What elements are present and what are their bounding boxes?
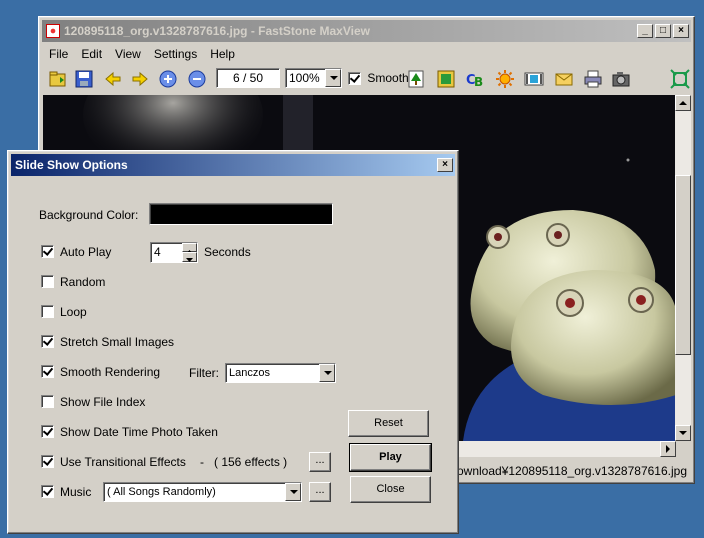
transitional-row[interactable]: Use Transitional Effects bbox=[41, 453, 186, 471]
smooth-label: Smooth bbox=[367, 71, 409, 85]
tree-icon[interactable] bbox=[406, 69, 426, 89]
dialog-title: Slide Show Options bbox=[15, 158, 128, 172]
filter-label: Filter: bbox=[189, 366, 219, 380]
music-label: Music bbox=[60, 485, 92, 499]
music-checkbox[interactable] bbox=[41, 485, 54, 499]
stretch-row[interactable]: Stretch Small Images bbox=[41, 333, 174, 351]
filter-label-row: Filter: bbox=[189, 364, 219, 382]
show-date-label: Show Date Time Photo Taken bbox=[60, 425, 218, 439]
background-color-swatch[interactable] bbox=[149, 203, 333, 225]
zoom-in-icon[interactable] bbox=[158, 69, 178, 89]
smooth-rendering-row[interactable]: Smooth Rendering bbox=[41, 363, 160, 381]
filter-select[interactable]: Lanczos bbox=[225, 363, 336, 383]
scroll-down-button[interactable] bbox=[675, 425, 691, 441]
transitional-checkbox[interactable] bbox=[41, 455, 54, 469]
music-value: ( All Songs Randomly) bbox=[107, 486, 216, 498]
fullscreen-icon[interactable] bbox=[670, 69, 690, 89]
main-titlebar[interactable]: 120895118_org.v1328787616.jpg - FastSton… bbox=[42, 20, 691, 42]
auto-play-label: Auto Play bbox=[60, 245, 112, 259]
menu-file[interactable]: File bbox=[42, 44, 74, 61]
svg-text:B: B bbox=[474, 75, 483, 89]
zoom-value: 100% bbox=[289, 71, 320, 85]
transitional-label: Use Transitional Effects bbox=[60, 455, 186, 469]
stretch-checkbox[interactable] bbox=[41, 335, 54, 349]
status-file-path: #@Download¥120895118_org.v1328787616.jpg bbox=[429, 464, 687, 478]
loop-label: Loop bbox=[60, 305, 87, 319]
spin-up-button[interactable] bbox=[182, 243, 197, 254]
loop-row[interactable]: Loop bbox=[41, 303, 87, 321]
random-checkbox[interactable] bbox=[41, 275, 54, 289]
smooth-rendering-checkbox[interactable] bbox=[41, 365, 54, 379]
scroll-right-button[interactable] bbox=[660, 441, 676, 457]
menu-bar: File Edit View Settings Help bbox=[42, 44, 691, 64]
music-select[interactable]: ( All Songs Randomly) bbox=[103, 482, 302, 502]
show-date-checkbox[interactable] bbox=[41, 425, 54, 439]
save-icon[interactable] bbox=[74, 69, 94, 89]
vertical-scroll-thumb[interactable] bbox=[675, 175, 691, 355]
window-title: 120895118_org.v1328787616.jpg - FastSton… bbox=[64, 24, 370, 38]
show-file-index-row[interactable]: Show File Index bbox=[41, 393, 145, 411]
loop-checkbox[interactable] bbox=[41, 305, 54, 319]
menu-view[interactable]: View bbox=[108, 44, 147, 61]
spin-down-button[interactable] bbox=[182, 252, 197, 262]
effects-count-row: - ( 156 effects ) bbox=[200, 453, 287, 471]
arrow-right-icon[interactable] bbox=[130, 69, 150, 89]
reset-button[interactable]: Reset bbox=[348, 410, 429, 437]
menu-help[interactable]: Help bbox=[203, 44, 241, 61]
email-icon[interactable] bbox=[554, 69, 574, 89]
auto-play-row[interactable]: Auto Play bbox=[41, 243, 111, 261]
page-counter[interactable]: 6 / 50 bbox=[216, 68, 280, 88]
maximize-button[interactable]: □ bbox=[655, 24, 671, 38]
app-icon bbox=[46, 24, 60, 38]
random-label: Random bbox=[60, 275, 106, 289]
auto-play-checkbox[interactable] bbox=[41, 245, 54, 259]
seconds-label-row: Seconds bbox=[204, 243, 251, 261]
printer-icon[interactable] bbox=[583, 69, 603, 89]
effects-count: - ( 156 effects ) bbox=[200, 455, 288, 469]
brightness-icon[interactable] bbox=[495, 69, 515, 89]
scroll-up-button[interactable] bbox=[675, 95, 691, 111]
chevron-down-icon[interactable] bbox=[325, 69, 341, 87]
filter-value: Lanczos bbox=[229, 367, 270, 379]
slide-show-options-dialog: Slide Show Options × Background Color: A… bbox=[7, 150, 459, 534]
smooth-checkbox[interactable] bbox=[348, 72, 361, 86]
color-balance-icon[interactable]: CB bbox=[465, 69, 485, 89]
play-button[interactable]: Play bbox=[349, 443, 432, 472]
chevron-down-icon[interactable] bbox=[319, 364, 335, 382]
music-browse-button[interactable]: ... bbox=[309, 482, 331, 502]
close-dialog-icon[interactable]: × bbox=[437, 158, 453, 172]
close-button[interactable]: Close bbox=[350, 476, 431, 503]
effects-browse-button[interactable]: ... bbox=[309, 452, 331, 472]
dialog-titlebar[interactable]: Slide Show Options × bbox=[11, 154, 455, 176]
close-window-button[interactable]: × bbox=[673, 24, 689, 38]
show-file-index-checkbox[interactable] bbox=[41, 395, 54, 409]
seconds-label: Seconds bbox=[204, 245, 251, 259]
seconds-spinner[interactable]: 4 bbox=[150, 242, 198, 263]
background-color-label: Background Color: bbox=[39, 208, 139, 222]
arrow-left-icon[interactable] bbox=[103, 69, 123, 89]
minimize-button[interactable]: _ bbox=[637, 24, 653, 38]
random-row[interactable]: Random bbox=[41, 273, 105, 291]
folder-open-icon[interactable] bbox=[48, 69, 68, 89]
show-file-index-label: Show File Index bbox=[60, 395, 146, 409]
zoom-out-icon[interactable] bbox=[187, 69, 207, 89]
music-row[interactable]: Music bbox=[41, 483, 91, 501]
seconds-value: 4 bbox=[154, 245, 161, 259]
menu-settings[interactable]: Settings bbox=[147, 44, 203, 61]
chevron-down-icon[interactable] bbox=[285, 483, 301, 501]
background-color-row: Background Color: bbox=[39, 206, 138, 224]
zoom-select[interactable]: 100% bbox=[285, 68, 342, 88]
stretch-label: Stretch Small Images bbox=[60, 335, 175, 349]
smooth-rendering-label: Smooth Rendering bbox=[60, 365, 161, 379]
menu-edit[interactable]: Edit bbox=[74, 44, 108, 61]
camera-icon[interactable] bbox=[611, 69, 631, 89]
picture-frame-icon[interactable] bbox=[436, 69, 456, 89]
show-date-row[interactable]: Show Date Time Photo Taken bbox=[41, 423, 218, 441]
smooth-toggle[interactable]: Smooth bbox=[348, 70, 409, 88]
slideshow-icon[interactable] bbox=[524, 69, 544, 89]
vertical-scrollbar[interactable] bbox=[675, 95, 691, 441]
